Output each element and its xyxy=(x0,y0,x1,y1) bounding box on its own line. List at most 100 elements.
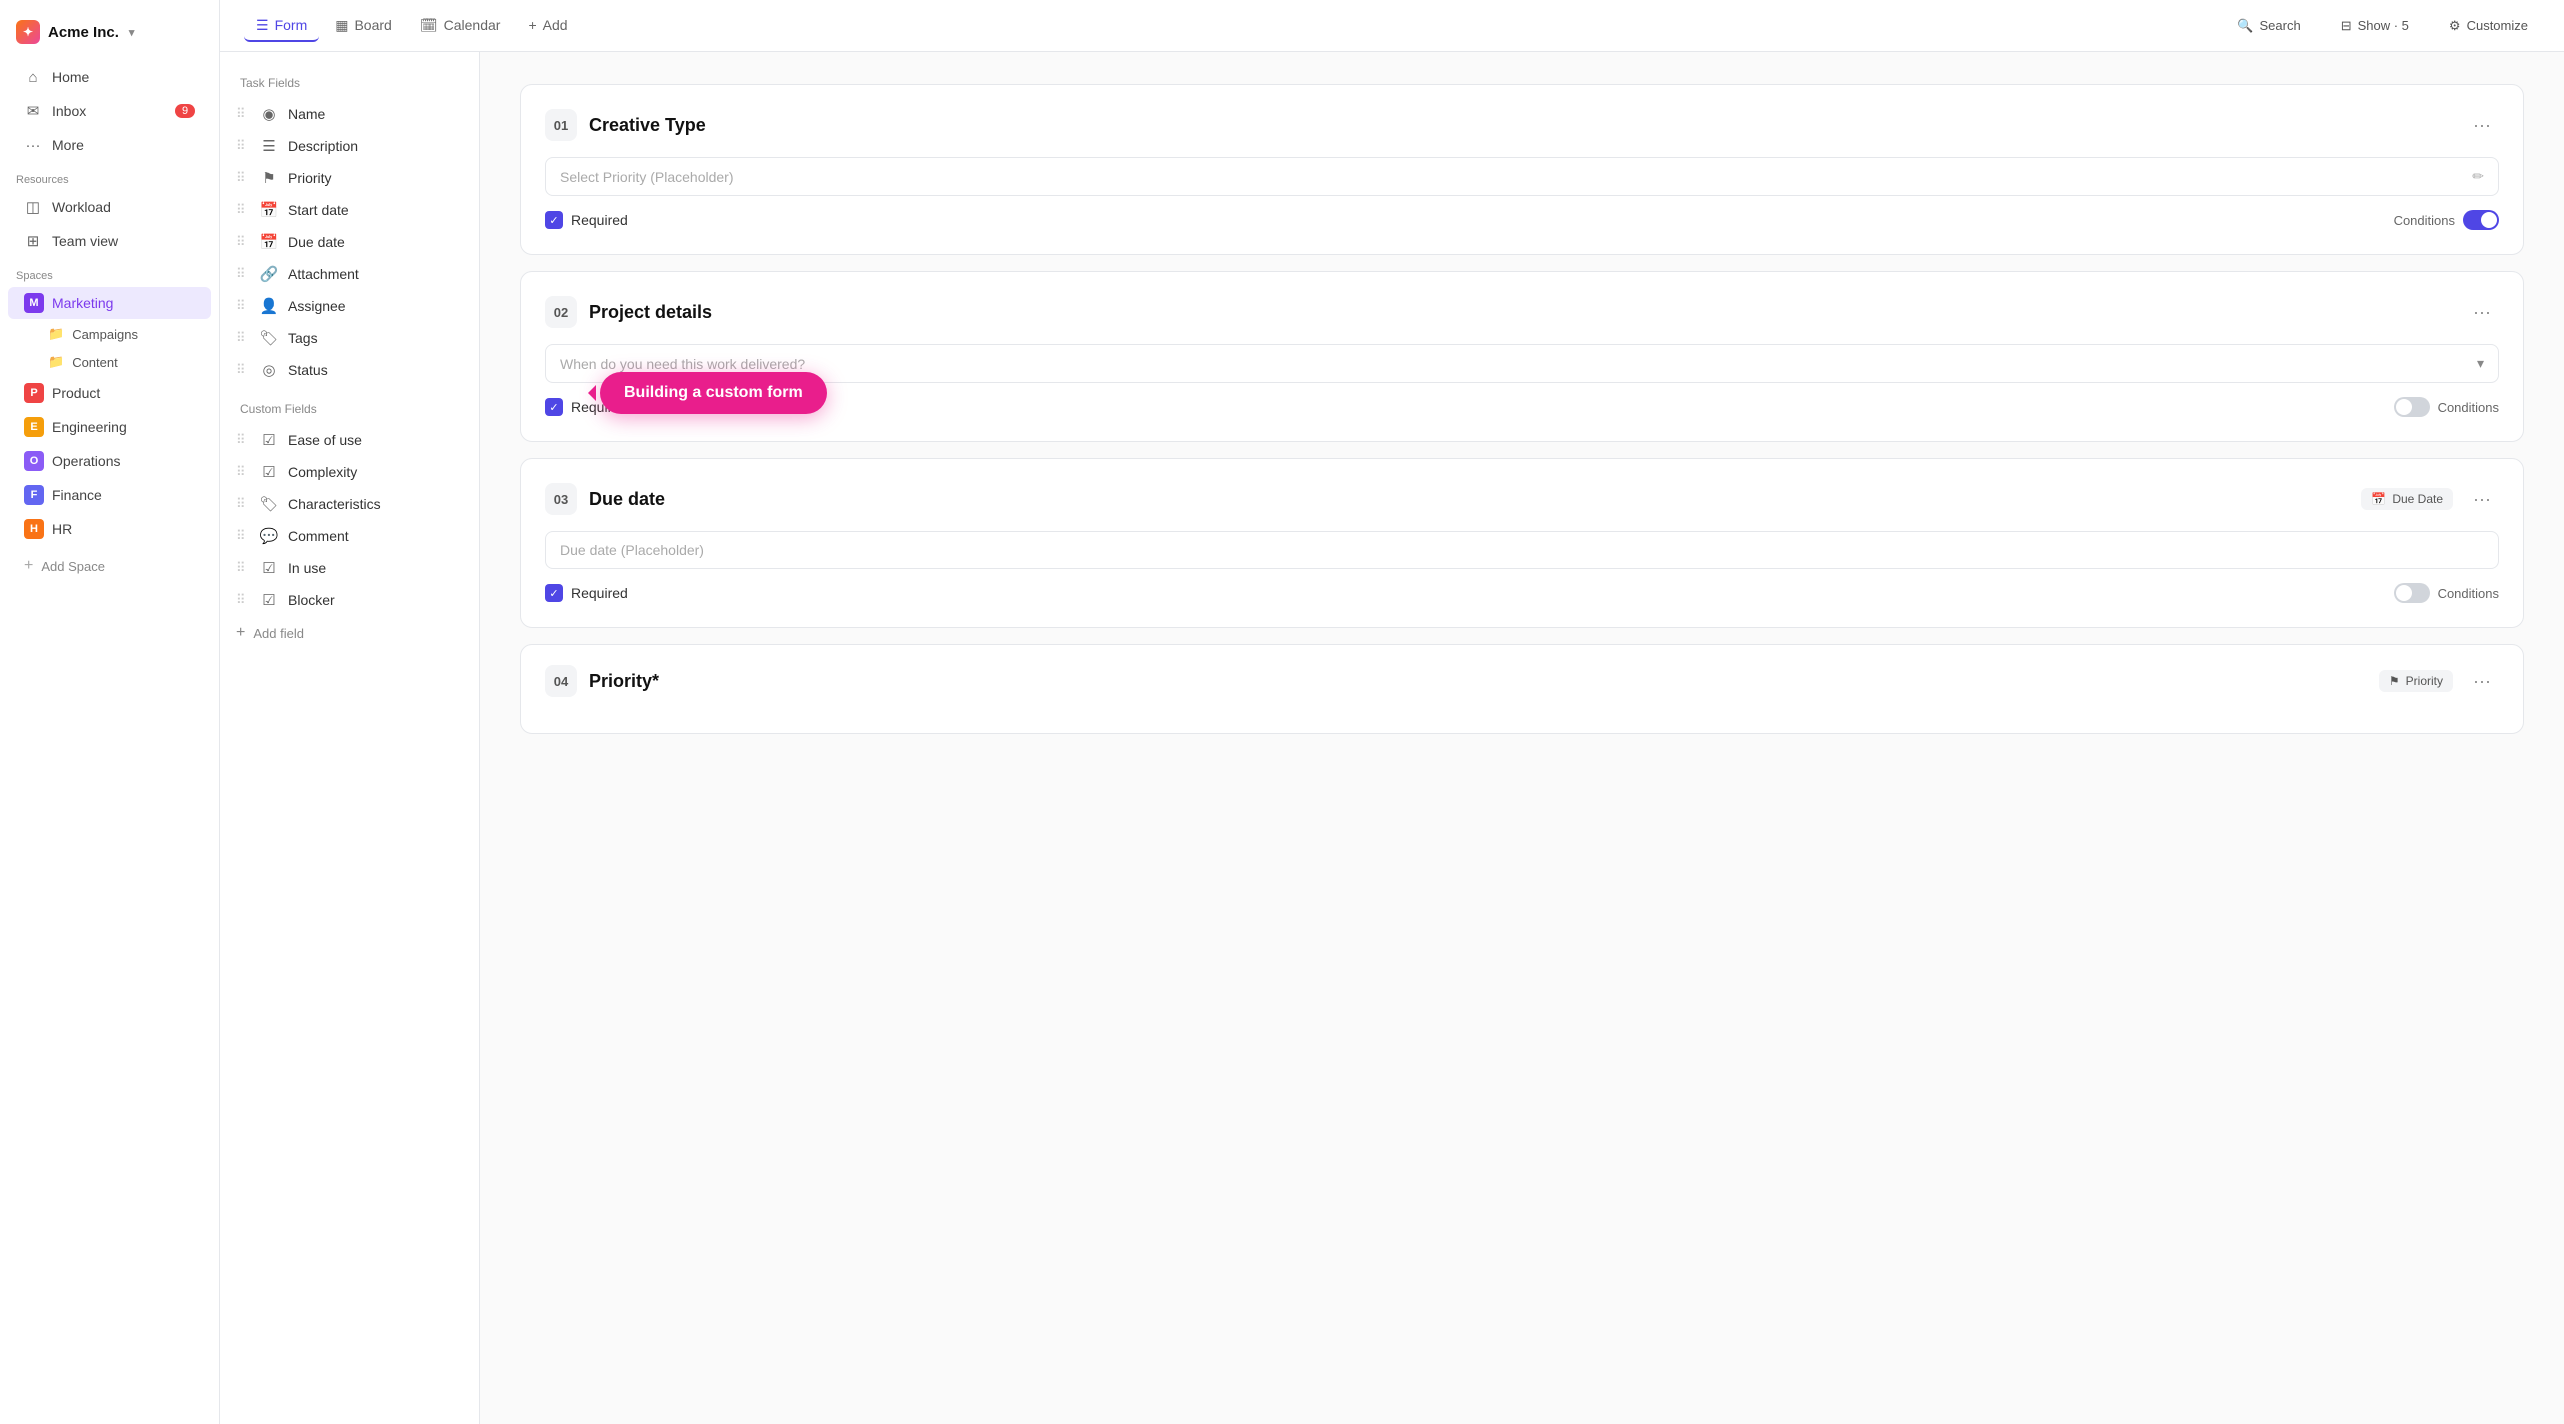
add-space-button[interactable]: + Add Space xyxy=(8,550,211,582)
sidebar-item-team-view[interactable]: ⊞ Team view xyxy=(8,225,211,257)
sidebar-item-label: Operations xyxy=(52,453,120,469)
edit-icon[interactable]: ✏ xyxy=(2472,168,2484,185)
tab-add[interactable]: + Add xyxy=(516,11,579,41)
tab-calendar[interactable]: 🗓 Calendar xyxy=(408,11,513,42)
search-label: Search xyxy=(2260,18,2301,33)
card-number: 02 xyxy=(545,296,577,328)
blocker-field-icon: ☑ xyxy=(260,591,278,609)
sidebar-item-marketing[interactable]: M Marketing xyxy=(8,287,211,319)
customize-button[interactable]: ⚙ Customize xyxy=(2437,12,2540,40)
card-title: Priority* xyxy=(589,671,2367,692)
sidebar-item-workload[interactable]: ◫ Workload xyxy=(8,191,211,223)
field-assignee[interactable]: ⠿ 👤 Assignee xyxy=(220,290,479,322)
tab-add-label: Add xyxy=(543,17,568,33)
in-use-field-icon: ☑ xyxy=(260,559,278,577)
required-checkbox-label[interactable]: ✓ Required xyxy=(545,584,628,602)
sidebar-item-label: Inbox xyxy=(52,103,86,119)
required-checkbox[interactable]: ✓ xyxy=(545,398,563,416)
field-characteristics[interactable]: ⠿ 🏷 Characteristics xyxy=(220,488,479,520)
app-name: Acme Inc. xyxy=(48,24,119,41)
conditions-label: Conditions xyxy=(2394,213,2455,228)
sidebar-item-hr[interactable]: H HR xyxy=(8,513,211,545)
tab-label: Board xyxy=(354,17,391,33)
card-more-button[interactable]: ··· xyxy=(2465,485,2499,514)
add-field-button[interactable]: + Add field xyxy=(220,616,479,650)
tab-label: Calendar xyxy=(444,17,501,33)
custom-fields-label: Custom Fields xyxy=(220,398,479,424)
required-checkbox-label[interactable]: ✓ Required xyxy=(545,211,628,229)
field-blocker[interactable]: ⠿ ☑ Blocker xyxy=(220,584,479,616)
drag-handle-icon: ⠿ xyxy=(236,170,250,186)
show-button[interactable]: ⊟ Show · 5 xyxy=(2329,12,2421,40)
sidebar-sub-campaigns[interactable]: 📁 Campaigns xyxy=(8,321,211,347)
search-button[interactable]: 🔍 Search xyxy=(2225,12,2312,40)
required-checkbox[interactable]: ✓ xyxy=(545,584,563,602)
status-field-icon: ◎ xyxy=(260,361,278,379)
field-attachment[interactable]: ⠿ 🔗 Attachment xyxy=(220,258,479,290)
description-field-icon: ☰ xyxy=(260,137,278,155)
complexity-field-icon: ☑ xyxy=(260,463,278,481)
conditions-label: Conditions xyxy=(2438,586,2499,601)
sidebar-item-label: More xyxy=(52,137,84,153)
tab-board[interactable]: ▦ Board xyxy=(323,11,404,42)
field-tags[interactable]: ⠿ 🏷 Tags xyxy=(220,322,479,354)
field-label: Attachment xyxy=(288,266,359,282)
more-icon: ··· xyxy=(24,136,42,154)
sidebar-item-home[interactable]: ⌂ Home xyxy=(8,61,211,93)
card-title: Creative Type xyxy=(589,115,2453,136)
field-due-date[interactable]: ⠿ 📅 Due date xyxy=(220,226,479,258)
app-logo[interactable]: Acme Inc. ▾ xyxy=(0,12,219,60)
field-complexity[interactable]: ⠿ ☑ Complexity xyxy=(220,456,479,488)
sidebar-item-operations[interactable]: O Operations xyxy=(8,445,211,477)
add-space-label: Add Space xyxy=(41,559,105,574)
field-ease-of-use[interactable]: ⠿ ☑ Ease of use xyxy=(220,424,479,456)
input-placeholder: Due date (Placeholder) xyxy=(560,542,704,558)
required-label: Required xyxy=(571,212,628,228)
conditions-toggle[interactable] xyxy=(2463,210,2499,230)
resources-label: Resources xyxy=(0,162,219,190)
field-status[interactable]: ⠿ ◎ Status xyxy=(220,354,479,386)
sidebar-item-inbox[interactable]: ✉ Inbox 9 xyxy=(8,95,211,127)
card-number: 01 xyxy=(545,109,577,141)
due-date-badge-label: Due Date xyxy=(2392,492,2443,506)
due-date-input[interactable]: Due date (Placeholder) xyxy=(545,531,2499,569)
sidebar-item-product[interactable]: P Product xyxy=(8,377,211,409)
drag-handle-icon: ⠿ xyxy=(236,106,250,122)
due-date-badge: 📅 Due Date xyxy=(2361,488,2453,510)
attachment-field-icon: 🔗 xyxy=(260,265,278,283)
card-title: Due date xyxy=(589,489,2349,510)
drag-handle-icon: ⠿ xyxy=(236,432,250,448)
field-comment[interactable]: ⠿ 💬 Comment xyxy=(220,520,479,552)
field-label: Characteristics xyxy=(288,496,381,512)
fields-panel: Task Fields ⠿ ◉ Name ⠿ ☰ Description ⠿ ⚑… xyxy=(220,52,480,1424)
field-label: Description xyxy=(288,138,358,154)
card-more-button[interactable]: ··· xyxy=(2465,111,2499,140)
drag-handle-icon: ⠿ xyxy=(236,560,250,576)
card-more-button[interactable]: ··· xyxy=(2465,667,2499,696)
sidebar-sub-content[interactable]: 📁 Content xyxy=(8,349,211,375)
card-more-button[interactable]: ··· xyxy=(2465,298,2499,327)
sidebar-item-finance[interactable]: F Finance xyxy=(8,479,211,511)
folder-icon: 📁 xyxy=(48,354,64,370)
space-avatar-engineering: E xyxy=(24,417,44,437)
field-start-date[interactable]: ⠿ 📅 Start date xyxy=(220,194,479,226)
card-title: Project details xyxy=(589,302,2453,323)
conditions-toggle[interactable] xyxy=(2394,397,2430,417)
sidebar-item-engineering[interactable]: E Engineering xyxy=(8,411,211,443)
field-in-use[interactable]: ⠿ ☑ In use xyxy=(220,552,479,584)
field-label: Comment xyxy=(288,528,349,544)
sidebar-item-label: Workload xyxy=(52,199,111,215)
field-label: Ease of use xyxy=(288,432,362,448)
creative-type-input[interactable]: Select Priority (Placeholder) ✏ xyxy=(545,157,2499,196)
home-icon: ⌂ xyxy=(24,68,42,86)
project-details-input[interactable]: When do you need this work delivered? ▾ xyxy=(545,344,2499,383)
sidebar-item-more[interactable]: ··· More xyxy=(8,129,211,161)
field-name[interactable]: ⠿ ◉ Name xyxy=(220,98,479,130)
tab-form[interactable]: ☰ Form xyxy=(244,11,319,42)
required-checkbox[interactable]: ✓ xyxy=(545,211,563,229)
sub-item-label: Campaigns xyxy=(72,327,138,342)
field-description[interactable]: ⠿ ☰ Description xyxy=(220,130,479,162)
field-priority[interactable]: ⠿ ⚑ Priority xyxy=(220,162,479,194)
form-card-footer: ✓ Required Conditions xyxy=(545,210,2499,230)
conditions-toggle[interactable] xyxy=(2394,583,2430,603)
